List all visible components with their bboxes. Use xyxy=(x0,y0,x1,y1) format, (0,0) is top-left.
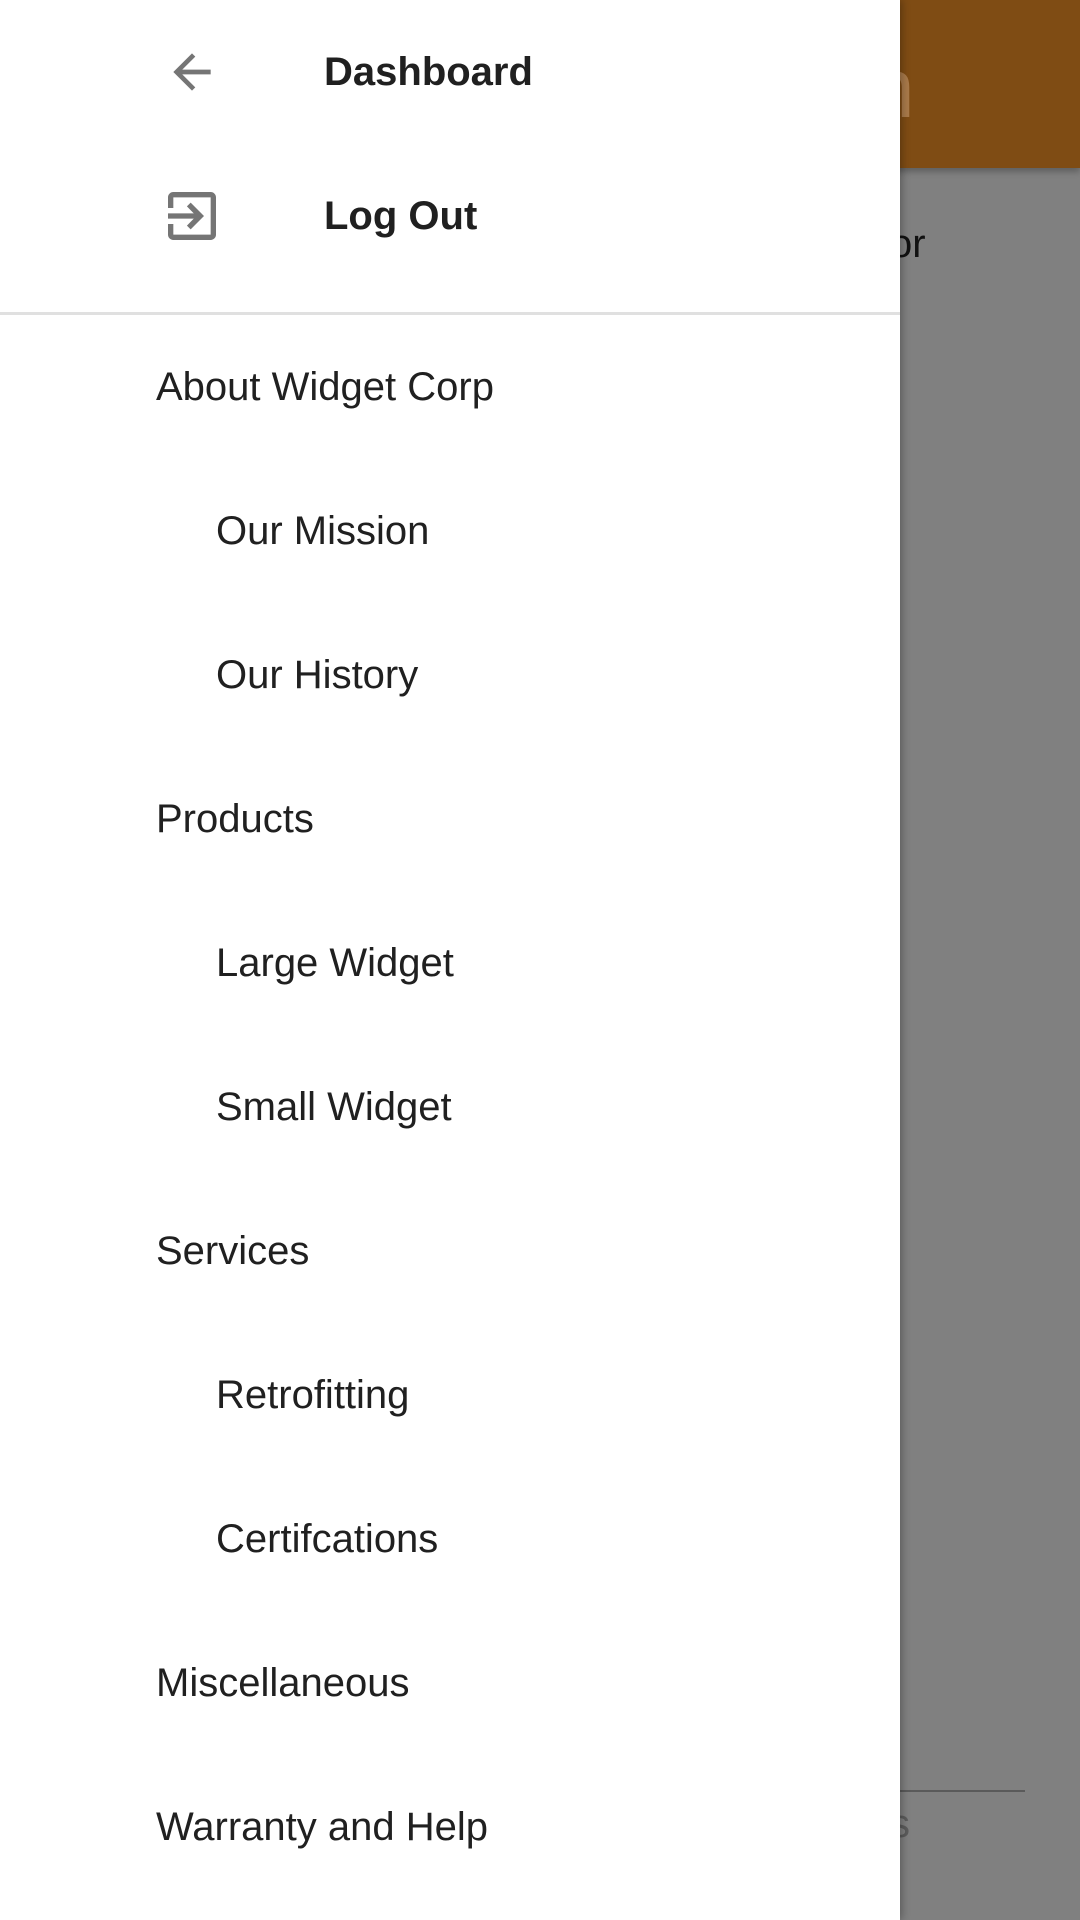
menu-section-services[interactable]: Services xyxy=(0,1179,900,1323)
app-divider xyxy=(900,1790,1025,1792)
menu-section-warranty-and-help[interactable]: Warranty and Help xyxy=(0,1755,900,1899)
menu-item-certifications[interactable]: Certifcations xyxy=(0,1467,900,1611)
screen: n or s Dashboard Log Out About Widget Co… xyxy=(0,0,1080,1920)
menu-item-large-widget[interactable]: Large Widget xyxy=(0,891,900,1035)
menu-item-our-history[interactable]: Our History xyxy=(0,603,900,747)
drawer-item-label: Dashboard xyxy=(324,49,533,94)
menu-section-about-widget-corp[interactable]: About Widget Corp xyxy=(0,315,900,459)
menu-item-retrofitting[interactable]: Retrofitting xyxy=(0,1323,900,1467)
menu-item-small-widget[interactable]: Small Widget xyxy=(0,1035,900,1179)
navigation-drawer: Dashboard Log Out About Widget Corp Our … xyxy=(0,0,900,1920)
menu-item-our-mission[interactable]: Our Mission xyxy=(0,459,900,603)
menu-section-products[interactable]: Products xyxy=(0,747,900,891)
drawer-item-label: Log Out xyxy=(324,193,478,238)
drawer-item-dashboard[interactable]: Dashboard xyxy=(0,0,900,144)
menu-section-miscellaneous[interactable]: Miscellaneous xyxy=(0,1611,900,1755)
drawer-item-log-out[interactable]: Log Out xyxy=(0,144,900,288)
exit-to-app-icon xyxy=(156,180,228,252)
arrow-back-icon xyxy=(156,36,228,108)
